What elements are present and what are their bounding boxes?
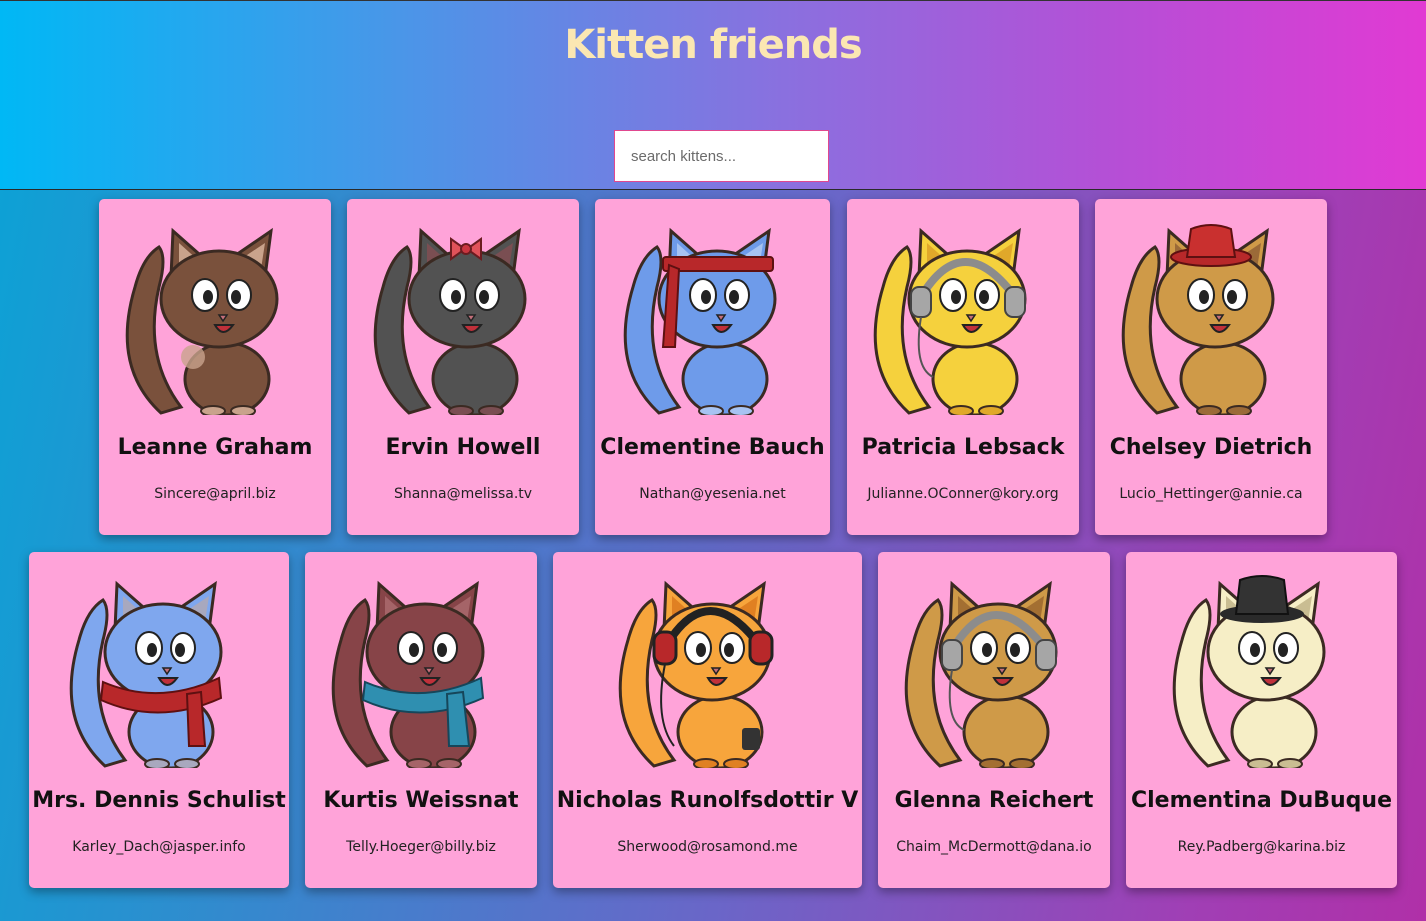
brown-patched-cat-icon — [125, 227, 279, 415]
kitten-name: Leanne Graham — [117, 435, 313, 460]
kitten-email: Chaim_McDermott@dana.io — [896, 839, 1092, 855]
header-divider — [0, 189, 1426, 190]
kitten-name: Clementine Bauch — [600, 435, 825, 460]
kitten-name: Nicholas Runolfsdottir V — [556, 788, 859, 813]
kitten-card[interactable]: Kurtis Weissnat Telly.Hoeger@billy.biz — [305, 552, 537, 888]
orange-cat-with-headphones-icon — [618, 580, 773, 768]
blue-cat-with-headband-icon — [623, 227, 776, 415]
kitten-card[interactable]: Clementine Bauch Nathan@yesenia.net — [595, 199, 830, 535]
cream-cat-with-top-hat-icon — [1172, 575, 1325, 768]
kitten-card[interactable]: Mrs. Dennis Schulist Karley_Dach@jasper.i… — [29, 552, 289, 888]
kitten-name: Ervin Howell — [385, 435, 541, 460]
kitten-email: Sincere@april.biz — [154, 486, 276, 502]
page-title: Kitten friends — [564, 22, 862, 68]
blue-cat-with-scarf-icon — [69, 580, 223, 768]
kitten-email: Karley_Dach@jasper.info — [72, 839, 246, 855]
tan-cat-with-headphones-icon — [904, 580, 1058, 768]
kitten-card[interactable]: Glenna Reichert Chaim_McDermott@dana.io — [878, 552, 1110, 888]
kitten-name: Glenna Reichert — [894, 788, 1094, 813]
kitten-email: Nathan@yesenia.net — [639, 486, 786, 502]
maroon-cat-with-scarf-icon — [331, 580, 485, 768]
kitten-card[interactable]: Patricia Lebsack Julianne.OConner@kory.or… — [847, 199, 1079, 535]
yellow-cat-with-headphones-icon — [873, 227, 1027, 415]
kitten-name: Mrs. Dennis Schulist — [32, 788, 286, 813]
kitten-name: Clementina DuBuque — [1130, 788, 1393, 813]
kitten-email: Julianne.OConner@kory.org — [867, 486, 1059, 502]
kitten-card[interactable]: Nicholas Runolfsdottir V Sherwood@rosamon… — [553, 552, 862, 888]
tan-cat-with-hat-icon — [1121, 224, 1275, 415]
kitten-card[interactable]: Leanne Graham Sincere@april.biz — [99, 199, 331, 535]
kitten-name: Chelsey Dietrich — [1109, 435, 1313, 460]
kitten-email: Rey.Padberg@karina.biz — [1177, 839, 1346, 855]
kitten-name: Kurtis Weissnat — [323, 788, 519, 813]
gray-cat-with-bow-icon — [373, 227, 527, 415]
kitten-name: Patricia Lebsack — [861, 435, 1065, 460]
kitten-email: Lucio_Hettinger@annie.ca — [1119, 486, 1303, 502]
kitten-email: Telly.Hoeger@billy.biz — [346, 839, 496, 855]
kitten-email: Sherwood@rosamond.me — [617, 839, 798, 855]
kitten-card[interactable]: Chelsey Dietrich Lucio_Hettinger@annie.ca — [1095, 199, 1327, 535]
kitten-card[interactable]: Clementina DuBuque Rey.Padberg@karina.biz — [1126, 552, 1397, 888]
kitten-card[interactable]: Ervin Howell Shanna@melissa.tv — [347, 199, 579, 535]
kitten-email: Shanna@melissa.tv — [393, 486, 533, 502]
search-input[interactable] — [614, 130, 829, 182]
